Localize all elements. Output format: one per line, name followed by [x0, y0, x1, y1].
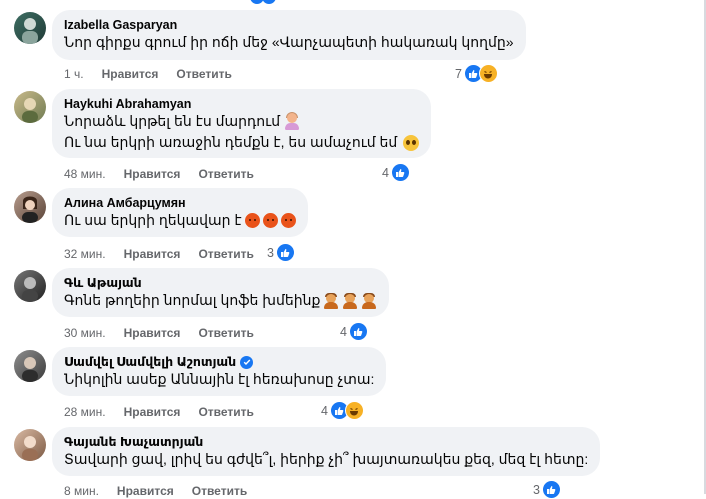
reply-button[interactable]: Ответить	[198, 247, 253, 261]
reactions-summary[interactable]: 4	[321, 401, 364, 420]
avatar[interactable]	[14, 270, 46, 302]
comment-bubble: Սամվել Սամվելի Աշոտյան Նիկոլին ասեք Աննա…	[52, 347, 387, 396]
reactions-summary[interactable]: 7	[455, 64, 498, 83]
like-icon	[541, 480, 561, 499]
comment-text-line: Նորաձև կրթել են էս մարդում	[64, 112, 419, 131]
reaction-count: 4	[340, 324, 347, 339]
facepalm-emoji-icon	[342, 292, 358, 309]
like-button[interactable]: Нравится	[117, 484, 174, 498]
reaction-count: 4	[321, 403, 328, 418]
like-button[interactable]: Нравится	[124, 405, 181, 419]
angry-face-emoji-icon	[262, 213, 278, 228]
comment-bubble: Գայանե Խաչատրյան Տավարի ցավ, լրիվ ես գժվ…	[52, 427, 601, 476]
reaction-count: 3	[533, 482, 540, 497]
comment-author[interactable]: Izabella Gasparyan	[64, 17, 514, 33]
comment-author-row: Սամվել Սամվելի Աշոտյան	[64, 354, 374, 370]
like-button[interactable]: Нравится	[124, 326, 181, 340]
comment-text-line: Ու նա երկրի առաջին դեմքն է, ես ամաչում ե…	[64, 133, 420, 152]
facepalm-emoji-icon	[361, 292, 377, 309]
comment-bubble: Алина Амбарцумян Ու սա երկրի ղեկավար է	[52, 188, 308, 237]
reply-button[interactable]: Ответить	[198, 167, 253, 181]
comment-author[interactable]: Алина Амбарцумян	[64, 195, 296, 211]
like-icon	[390, 163, 410, 182]
reaction-count: 7	[455, 66, 462, 81]
reply-button[interactable]: Ответить	[192, 484, 247, 498]
like-icon	[275, 243, 295, 262]
pleading-face-emoji-icon	[403, 134, 420, 151]
comment-actions: 48 мин. Нравится Ответить	[64, 167, 272, 181]
verified-badge-icon	[240, 355, 254, 369]
comment-text: Տավարի ցավ, լրիվ ես գժվե՞լ, իերիք չի՞ խա…	[64, 451, 589, 467]
angry-face-emoji-icon	[280, 213, 296, 228]
comment-time[interactable]: 32 мин.	[64, 247, 106, 261]
reply-button[interactable]: Ответить	[198, 326, 253, 340]
comment-bubble: Izabella Gasparyan Նոր գիրքս գրում իր ոճ…	[52, 10, 526, 60]
comment-author[interactable]: Գև Աթայան	[64, 275, 377, 291]
avatar[interactable]	[14, 91, 46, 123]
comment-actions: 32 мин. Нравится Ответить	[64, 247, 272, 261]
reaction-count: 4	[382, 165, 389, 180]
like-button[interactable]: Нравится	[102, 67, 159, 81]
avatar[interactable]	[14, 191, 46, 223]
haha-icon	[344, 401, 364, 420]
avatar[interactable]	[14, 429, 46, 461]
comment-text: Գոնե թողեիր նորմալ կոֆե խմեինք	[64, 292, 321, 308]
comment-bubble: Haykuhi Abrahamyan Նորաձև կրթել են էս մա…	[52, 89, 432, 158]
previous-reactions-partial	[220, 0, 280, 4]
comment-time[interactable]: 8 мин.	[64, 484, 99, 498]
comment-text-line: Գոնե թողեիր նորմալ կոֆե խմեինք	[64, 291, 377, 310]
avatar[interactable]	[14, 12, 46, 44]
reply-button[interactable]: Ответить	[176, 67, 231, 81]
avatar[interactable]	[14, 350, 46, 382]
comment-time[interactable]: 48 мин.	[64, 167, 106, 181]
haha-icon	[478, 64, 498, 83]
comment-text: Ու սա երկրի ղեկավար է	[64, 212, 242, 228]
comment-author[interactable]: Գայանե Խաչատրյան	[64, 434, 588, 450]
comment-text: Ու նա երկրի առաջին դեմքն է, ես ամաչում ե…	[64, 134, 398, 150]
like-button[interactable]: Нравится	[124, 167, 181, 181]
comment-actions: 1 ч. Нравится Ответить	[64, 67, 250, 81]
reactions-summary[interactable]: 4	[340, 322, 368, 341]
comment-time[interactable]: 30 мин.	[64, 326, 106, 340]
comment-bubble: Գև Աթայան Գոնե թողեիր նորմալ կոֆե խմեինք	[52, 268, 390, 317]
reactions-summary[interactable]: 3	[533, 480, 561, 499]
reaction-count: 3	[267, 245, 274, 260]
woman-emoji-icon	[284, 112, 300, 130]
comment-text: Նիկոլին ասեք Աննային էլ հեռախոսը չտա:	[64, 371, 375, 387]
reply-button[interactable]: Ответить	[198, 405, 253, 419]
angry-face-emoji-icon	[244, 213, 260, 228]
comment-author[interactable]: Haykuhi Abrahamyan	[64, 96, 419, 112]
reactions-summary[interactable]: 4	[382, 163, 410, 182]
comment-actions: 8 мин. Нравится Ответить	[64, 484, 265, 498]
comment-time[interactable]: 1 ч.	[64, 67, 84, 81]
comment-actions: 28 мин. Нравится Ответить	[64, 405, 272, 419]
facepalm-emoji-icon	[323, 292, 339, 309]
comment-text-line: Ու սա երկրի ղեկավար է	[64, 211, 296, 230]
comment-text: Նոր գիրքս գրում իր ոճի մեջ «Վարչապետի հա…	[64, 34, 514, 50]
comment-actions: 30 мин. Нравится Ответить	[64, 326, 272, 340]
like-button[interactable]: Нравится	[124, 247, 181, 261]
comment-time[interactable]: 28 мин.	[64, 405, 106, 419]
like-icon	[348, 322, 368, 341]
comment-author[interactable]: Սամվել Սամվելի Աշոտյան	[64, 354, 236, 370]
reactions-summary[interactable]: 3	[267, 243, 295, 262]
comment-text: Նորաձև կրթել են էս մարդում	[64, 113, 281, 129]
